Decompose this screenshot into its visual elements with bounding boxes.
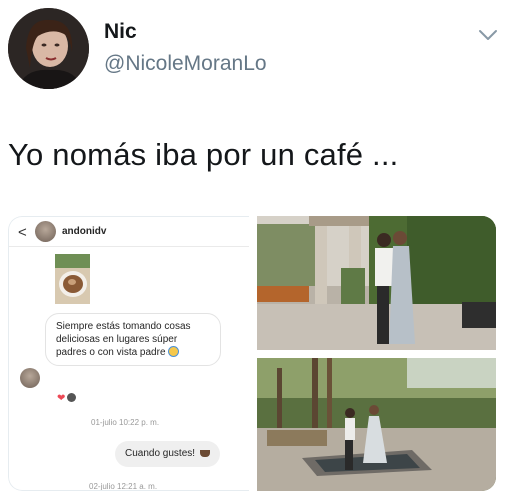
dm-sender-avatar [20,368,40,388]
display-name[interactable]: Nic [104,20,137,44]
user-handle[interactable]: @NicoleMoranLo [104,52,267,76]
dm-username: andonidv [62,226,107,237]
user-avatar[interactable] [8,8,89,89]
avatar-photo [8,8,89,89]
coffee-photo [55,254,90,304]
back-icon[interactable]: < [18,224,27,241]
shared-post-thumbnail [55,254,90,304]
dm-timestamp: 01-julio 10:22 p. m. [91,418,160,427]
info-icon [223,223,249,252]
dm-timestamp: 02-julio 12:21 a. m. [89,482,158,491]
dm-header: < andonidv [9,217,249,247]
dm-reply-text: Cuando gustes! [125,448,196,459]
media-dm-screenshot[interactable]: < andonidv Siempre estás tomando cosas d… [8,216,249,491]
reactor-avatar [67,393,77,402]
heart-icon: ❤ [57,393,66,404]
couple-photo [257,216,496,350]
tweet-media[interactable]: < andonidv Siempre estás tomando cosas d… [8,216,496,491]
dm-message-bubble: Siempre estás tomando cosas deliciosas e… [45,313,221,366]
laughing-emoji-icon [168,346,180,357]
dm-reply-bubble: Cuando gustes! [115,441,221,467]
media-photo-couple[interactable] [257,216,496,350]
garden-photo [257,358,496,491]
dm-avatar [35,221,56,242]
media-photo-garden[interactable] [257,358,496,491]
coffee-emoji-icon [200,450,211,457]
dm-reactions: ❤ [57,393,77,404]
tweet-text: Yo nomás iba por un café ... [8,137,399,172]
chevron-down-icon[interactable] [478,28,498,42]
